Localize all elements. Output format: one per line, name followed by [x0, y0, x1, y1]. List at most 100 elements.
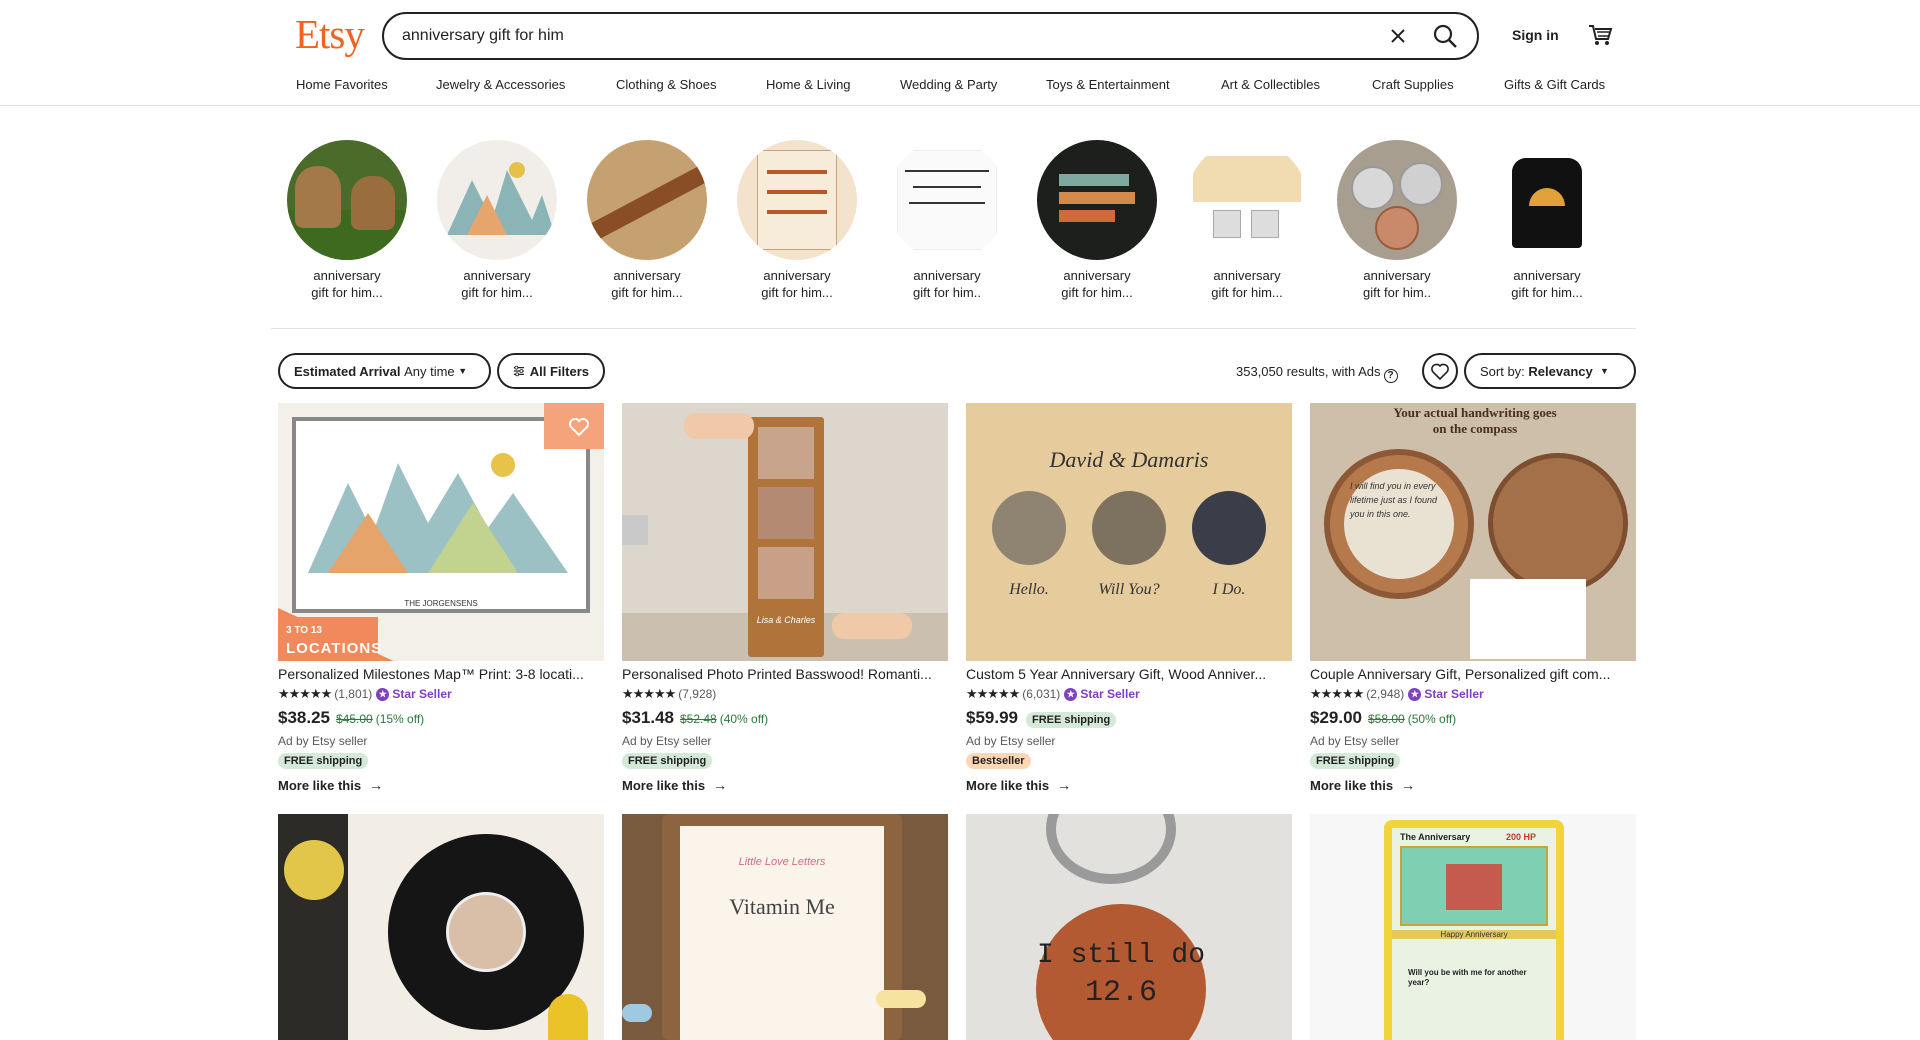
more-like-this-link[interactable]: More like this →	[1310, 777, 1636, 793]
divider	[271, 328, 1636, 329]
more-like-this-label: More like this	[966, 777, 1050, 793]
ad-label: Ad by Etsy seller	[1310, 734, 1400, 748]
related-label: gift for him...	[311, 285, 383, 300]
all-filters-button[interactable]: All Filters	[497, 353, 605, 389]
search-bar[interactable]	[382, 12, 1479, 60]
image-caption: 12.6	[1084, 976, 1157, 1010]
nav-toys[interactable]: Toys & Entertainment	[1046, 77, 1170, 92]
site-header: Etsy Sign in Home Favorites Jewelry & Ac…	[0, 0, 1920, 106]
price-row: $29.00 $58.00 (50% off)	[1310, 708, 1636, 728]
cart-icon[interactable]	[1587, 22, 1613, 48]
related-search-item[interactable]: anniversary gift for him...	[1486, 140, 1608, 301]
heart-icon	[1431, 363, 1449, 381]
star-seller-badge: ★ Star Seller	[376, 687, 452, 701]
listing-card[interactable]: The Anniversary 200 HP Happy Anniversary…	[1310, 814, 1636, 1040]
clear-icon[interactable]	[1386, 24, 1410, 48]
review-count: (6,031)	[1022, 687, 1061, 701]
listing-image[interactable]: Lisa & Charles	[622, 403, 948, 661]
image-caption: The Anniversary	[1400, 832, 1471, 842]
rating: ★★★★★ (2,948) ★ Star Seller	[1310, 686, 1636, 702]
discount: (50% off)	[1407, 712, 1457, 726]
more-like-this-link[interactable]: More like this →	[278, 777, 604, 793]
related-search-image	[287, 140, 407, 260]
nav-gifts[interactable]: Gifts & Gift Cards	[1504, 77, 1605, 92]
listing-title[interactable]: Personalised Photo Printed Basswood! Rom…	[622, 666, 948, 682]
sign-in-link[interactable]: Sign in	[1512, 27, 1559, 43]
ribbon-text: LOCATIONS	[286, 640, 383, 657]
related-label: anniversary	[1363, 268, 1431, 283]
price-row: $59.99 FREE shipping	[966, 708, 1292, 728]
listing-card[interactable]: Lisa & Charles Personalised Photo Printe…	[622, 403, 948, 793]
nav-wedding[interactable]: Wedding & Party	[900, 77, 997, 92]
related-search-item[interactable]: anniversary gift for him...	[736, 140, 858, 301]
listing-title[interactable]: Couple Anniversary Gift, Personalized gi…	[1310, 666, 1636, 682]
related-search-image	[1037, 140, 1157, 260]
listing-card[interactable]: I still do 12.6	[966, 814, 1292, 1040]
arrival-label: Estimated Arrival	[294, 363, 401, 379]
listing-card[interactable]: Your actual handwriting goes on the comp…	[1310, 403, 1636, 793]
listing-image[interactable]: Your actual handwriting goes on the comp…	[1310, 403, 1636, 661]
rating: ★★★★★ (6,031) ★ Star Seller	[966, 686, 1292, 702]
sort-dropdown[interactable]: Sort by: Relevancy ▼	[1464, 353, 1636, 389]
related-search-image	[437, 140, 557, 260]
image-caption: Will you be with me for another year?	[1408, 968, 1527, 987]
free-shipping-badge: FREE shipping	[1026, 712, 1117, 728]
arrow-right-icon: →	[1401, 777, 1416, 793]
star-seller-label: Star Seller	[392, 687, 452, 701]
listing-image[interactable]: The Anniversary 200 HP Happy Anniversary…	[1310, 814, 1636, 1040]
etsy-logo[interactable]: Etsy	[295, 10, 365, 58]
listing-image[interactable]	[278, 814, 604, 1040]
nav-art[interactable]: Art & Collectibles	[1221, 77, 1320, 92]
results-count: 353,050 results, with Ads?	[1236, 364, 1398, 383]
more-like-this-link[interactable]: More like this →	[622, 777, 948, 793]
listing-title[interactable]: Personalized Milestones Map™ Print: 3-8 …	[278, 666, 604, 682]
listing-image[interactable]: Little Love Letters Vitamin Me	[622, 814, 948, 1040]
review-count: (1,801)	[334, 687, 373, 701]
listing-image[interactable]: THE JORGENSENS 3 TO 13 LOCATIONS	[278, 403, 604, 661]
discount: (40% off)	[719, 712, 769, 726]
related-search-item[interactable]: anniversary gift for him...	[286, 140, 408, 301]
related-search-item[interactable]: anniversary gift for him...	[436, 140, 558, 301]
ad-label: Ad by Etsy seller	[278, 734, 368, 748]
listing-card[interactable]	[278, 814, 604, 1040]
star-seller-icon: ★	[376, 687, 390, 701]
nav-jewelry[interactable]: Jewelry & Accessories	[436, 77, 565, 92]
price: $59.99	[966, 708, 1018, 727]
related-label: gift for him..	[1363, 285, 1431, 300]
favorite-heart-icon[interactable]	[566, 413, 592, 439]
image-caption: I will find you in every lifetime just a…	[1350, 481, 1438, 519]
listing-image[interactable]: David & Damaris Hello. Will You? I Do.	[966, 403, 1292, 661]
related-search-item[interactable]: anniversary gift for him..	[886, 140, 1008, 301]
listing-card[interactable]: Little Love Letters Vitamin Me	[622, 814, 948, 1040]
image-caption: I still do	[1036, 940, 1206, 971]
search-input[interactable]	[402, 25, 1302, 47]
nav-home-favorites[interactable]: Home Favorites	[296, 77, 388, 92]
related-label: gift for him...	[461, 285, 533, 300]
caret-down-icon: ▼	[1599, 366, 1609, 376]
nav-clothing[interactable]: Clothing & Shoes	[616, 77, 716, 92]
related-search-item[interactable]: anniversary gift for him..	[1336, 140, 1458, 301]
listing-image[interactable]: I still do 12.6	[966, 814, 1292, 1040]
price: $31.48	[622, 708, 674, 727]
listing-card[interactable]: THE JORGENSENS 3 TO 13 LOCATIONS Persona…	[278, 403, 604, 793]
listing-card[interactable]: David & Damaris Hello. Will You? I Do. C…	[966, 403, 1292, 793]
help-icon[interactable]: ?	[1383, 369, 1398, 383]
image-caption: Happy Anniversary	[1392, 930, 1556, 939]
related-search-item[interactable]: anniversary gift for him...	[1036, 140, 1158, 301]
search-icon[interactable]	[1431, 22, 1459, 50]
save-search-button[interactable]	[1422, 353, 1458, 389]
estimated-arrival-filter[interactable]: Estimated Arrival Any time ▼	[278, 353, 491, 389]
related-label: gift for him...	[611, 285, 683, 300]
more-like-this-link[interactable]: More like this →	[966, 777, 1292, 793]
image-caption: 200 HP	[1506, 832, 1537, 842]
listing-title[interactable]: Custom 5 Year Anniversary Gift, Wood Ann…	[966, 666, 1292, 682]
star-seller-badge: ★ Star Seller	[1408, 687, 1484, 701]
related-search-image	[1187, 140, 1307, 260]
more-like-this-label: More like this	[622, 777, 706, 793]
nav-craft[interactable]: Craft Supplies	[1372, 77, 1454, 92]
related-search-item[interactable]: anniversary gift for him...	[1186, 140, 1308, 301]
nav-home-living[interactable]: Home & Living	[766, 77, 851, 92]
related-search-item[interactable]: anniversary gift for him...	[586, 140, 708, 301]
related-search-image	[887, 140, 1007, 260]
original-price: $52.48	[680, 712, 717, 726]
